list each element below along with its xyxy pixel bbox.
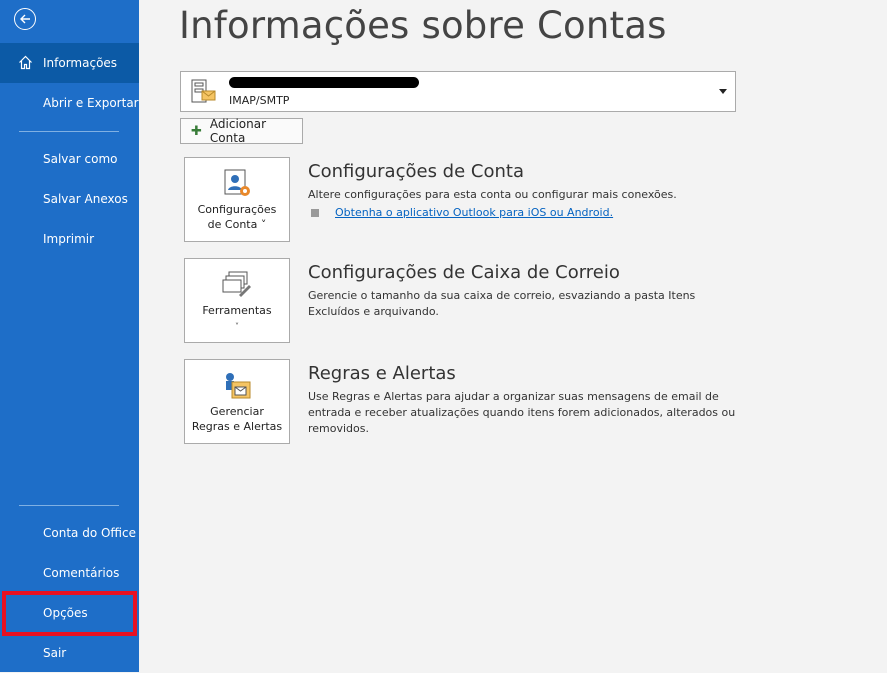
divider — [19, 131, 119, 132]
add-account-button[interactable]: ✚ Adicionar Conta — [180, 117, 303, 145]
section-title: Configurações de Conta — [308, 161, 524, 182]
section-description: Gerencie o tamanho da sua caixa de corre… — [308, 289, 696, 318]
section-description: Altere configurações para esta conta ou … — [308, 188, 677, 201]
nav-label: Salvar Anexos — [43, 192, 128, 206]
rules-alerts-icon — [221, 370, 253, 402]
manage-rules-button[interactable]: Gerenciar Regras e Alertas — [184, 359, 290, 444]
section-title: Regras e Alertas — [308, 363, 456, 384]
account-type: IMAP/SMTP — [229, 94, 290, 107]
page-title: Informações sobre Contas — [179, 4, 667, 47]
nav-label: Abrir e Exportar — [43, 96, 139, 110]
redacted-email — [229, 77, 419, 88]
section-title: Configurações de Caixa de Correio — [308, 262, 620, 283]
nav-label: Conta do Office — [43, 526, 136, 540]
nav-label: Salvar como — [43, 152, 118, 166]
nav-label: Informações — [43, 56, 118, 70]
outlook-app-link[interactable]: Obtenha o aplicativo Outlook para iOS ou… — [335, 206, 613, 219]
nav-salvar-anexos[interactable]: Salvar Anexos — [0, 179, 139, 219]
account-selector[interactable]: IMAP/SMTP — [180, 71, 736, 112]
chevron-down-icon[interactable] — [719, 89, 727, 94]
tools-label: Ferramentas ˅ — [202, 304, 272, 331]
nav-sair[interactable]: Sair — [0, 633, 139, 673]
nav-salvar-como[interactable]: Salvar como — [0, 139, 139, 179]
back-arrow-icon[interactable] — [14, 8, 36, 30]
highlight-box — [2, 591, 137, 636]
account-mail-icon — [190, 78, 218, 110]
tools-icon — [221, 269, 253, 301]
outlook-app-link-row: Obtenha o aplicativo Outlook para iOS ou… — [311, 206, 613, 219]
account-settings-label: Configurações de Conta ˅ — [197, 203, 277, 231]
nav-informacoes[interactable]: Informações — [0, 43, 139, 83]
tools-button[interactable]: Ferramentas ˅ — [184, 258, 290, 343]
nav-comentarios[interactable]: Comentários — [0, 553, 139, 593]
bullet-icon — [311, 208, 319, 217]
nav-label: Sair — [43, 646, 67, 660]
nav-conta-office[interactable]: Conta do Office — [0, 513, 139, 553]
divider — [19, 505, 119, 506]
account-settings-button[interactable]: Configurações de Conta ˅ — [184, 157, 290, 242]
account-settings-icon — [221, 168, 253, 200]
plus-icon: ✚ — [191, 123, 202, 139]
home-icon — [18, 55, 33, 73]
add-account-label: Adicionar Conta — [209, 117, 267, 145]
nav-label: Imprimir — [43, 232, 95, 246]
section-description: Use Regras e Alertas para ajudar a organ… — [308, 390, 736, 435]
nav-imprimir[interactable]: Imprimir — [0, 219, 139, 259]
backstage-sidebar: Informações Abrir e Exportar Salvar como… — [0, 0, 139, 672]
main-content: Informações sobre Contas IMAP/SMTP ✚ Adi… — [139, 0, 887, 672]
manage-rules-label: Gerenciar Regras e Alertas — [191, 405, 283, 433]
nav-abrir-exportar[interactable]: Abrir e Exportar — [0, 83, 139, 123]
nav-label: Comentários — [43, 566, 120, 580]
